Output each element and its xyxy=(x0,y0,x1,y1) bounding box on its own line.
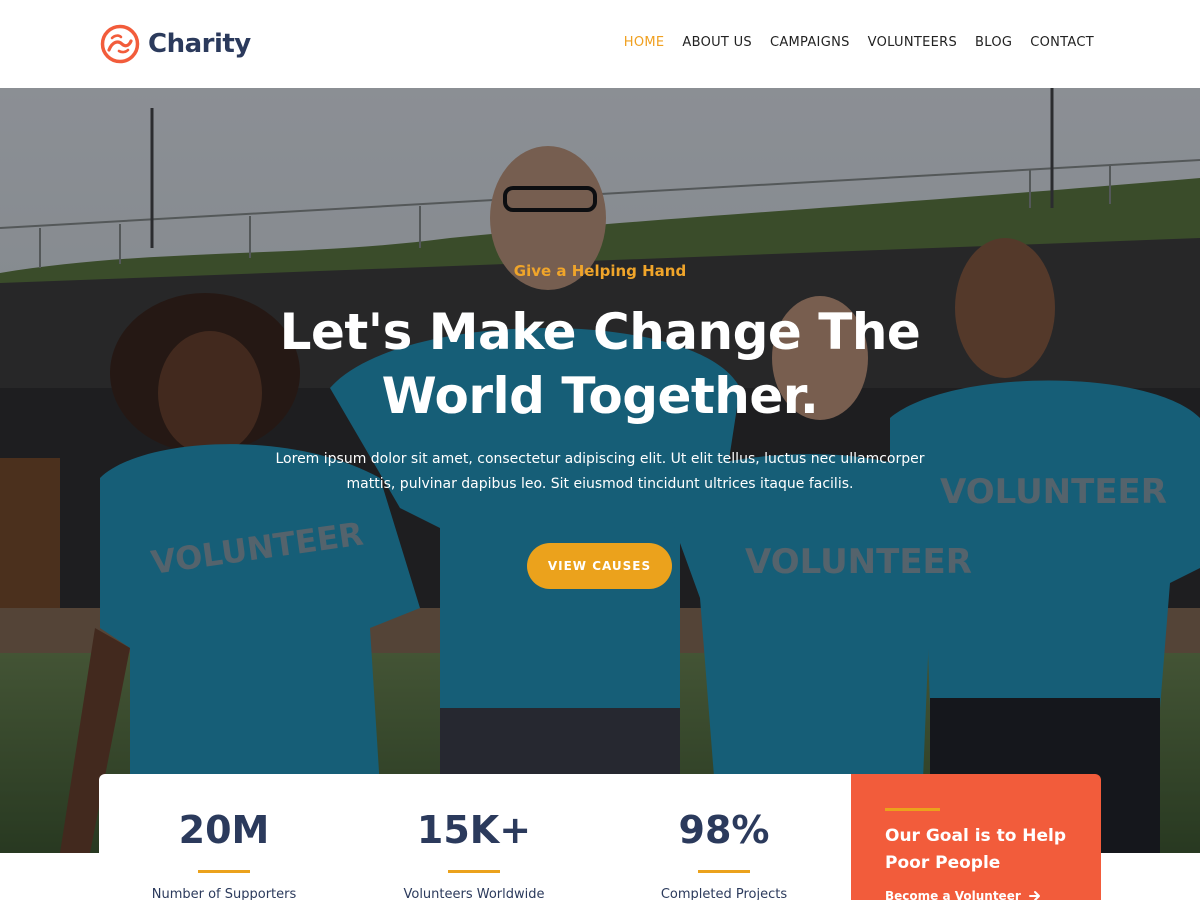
nav-item-volunteers[interactable]: VOLUNTEERS xyxy=(868,35,957,50)
hero-lead-text: Lorem ipsum dolor sit amet, consectetur … xyxy=(275,451,925,492)
main-nav: HOME ABOUT US CAMPAIGNS VOLUNTEERS BLOG … xyxy=(624,35,1094,50)
nav-item-about-us[interactable]: ABOUT US xyxy=(682,35,752,50)
nav-item-campaigns[interactable]: CAMPAIGNS xyxy=(770,35,850,50)
stat-volunteers: 15K+ Volunteers Worldwide xyxy=(349,774,599,900)
stats-card: 20M Number of Supporters 15K+ Volunteers… xyxy=(99,774,851,900)
goal-card: Our Goal is to Help Poor People Become a… xyxy=(851,774,1101,900)
stat-label: Number of Supporters xyxy=(151,887,297,900)
become-volunteer-label: Become a Volunteer xyxy=(885,889,1021,900)
nav-item-home[interactable]: HOME xyxy=(624,35,665,50)
hero-eyebrow: Give a Helping Hand xyxy=(513,262,687,280)
stat-divider xyxy=(198,870,250,873)
stat-divider xyxy=(698,870,750,873)
goal-divider xyxy=(885,808,940,811)
stat-value: 15K+ xyxy=(416,808,532,852)
stat-value: 98% xyxy=(678,808,770,852)
stat-value: 20M xyxy=(178,808,270,852)
arrow-right-icon xyxy=(1028,891,1040,900)
goal-title: Our Goal is to Help Poor People xyxy=(885,826,1067,873)
nav-item-blog[interactable]: BLOG xyxy=(975,35,1012,50)
become-volunteer-link[interactable]: Become a Volunteer xyxy=(885,889,1101,900)
brand-name: Charity xyxy=(148,29,251,59)
stat-label: Volunteers Worldwide xyxy=(403,887,545,900)
stat-projects: 98% Completed Projects xyxy=(599,774,849,900)
hero-section: VOLUNTEER VOLUNTEER VOLUNTEER Give a Hel… xyxy=(0,88,1200,853)
brand-logo[interactable]: Charity xyxy=(100,24,251,64)
view-causes-button[interactable]: VIEW CAUSES xyxy=(527,543,672,589)
nav-item-contact[interactable]: CONTACT xyxy=(1030,35,1094,50)
site-header: Charity HOME ABOUT US CAMPAIGNS VOLUNTEE… xyxy=(0,0,1200,88)
hero-headline: Let's Make Change The World Together. xyxy=(279,303,921,425)
charity-hands-icon xyxy=(100,24,140,64)
stat-divider xyxy=(448,870,500,873)
stat-label: Completed Projects xyxy=(660,887,788,900)
stat-supporters: 20M Number of Supporters xyxy=(99,774,349,900)
